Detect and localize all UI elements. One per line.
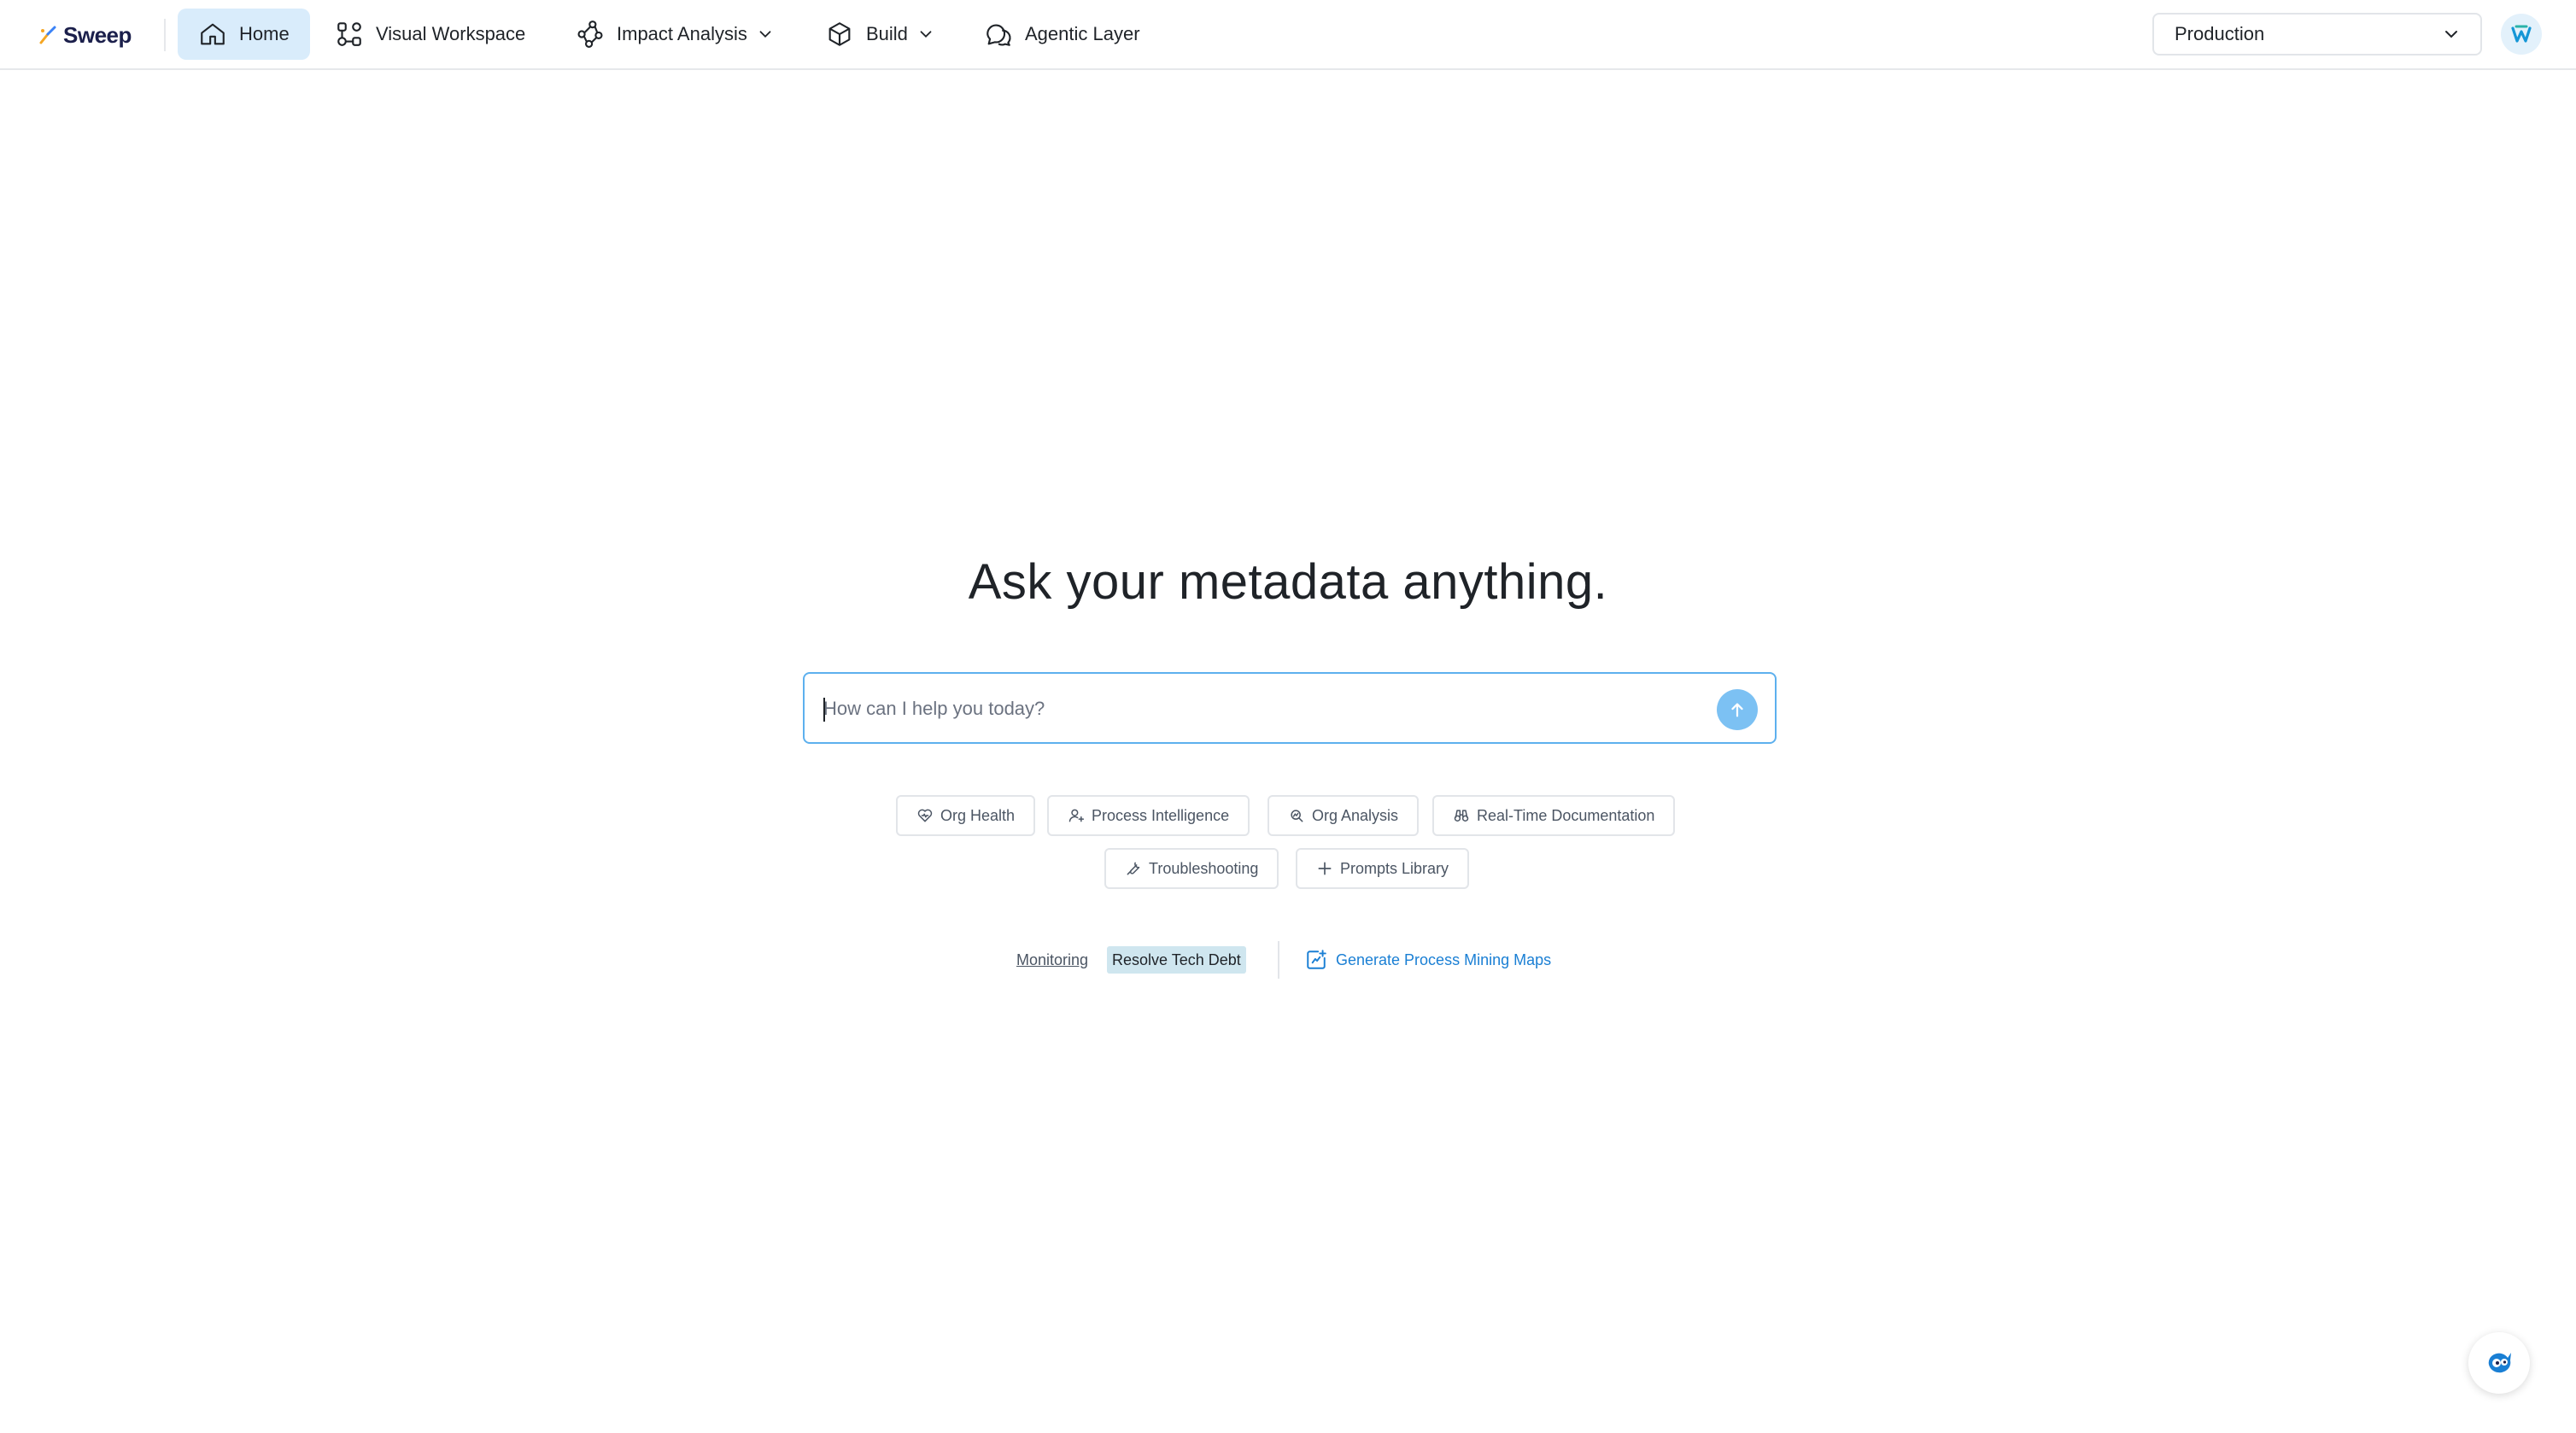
chevron-down-icon [759,31,771,38]
nav-build-label: Build [866,23,908,44]
map-sparkle-icon [1307,950,1326,969]
chip-label: Org Health [940,806,1016,824]
page-title: Ask your metadata anything. [968,554,1608,610]
environment-selected-value: Production [2175,23,2265,44]
chip-label: Prompts Library [1340,859,1449,877]
heart-icon [917,809,933,822]
nav-visual-workspace[interactable]: Visual Workspace [314,9,546,60]
chip-troubleshooting[interactable]: Troubleshooting [1104,848,1279,889]
chevron-down-icon [2445,31,2457,38]
chevron-down-icon [920,31,932,38]
monitoring-link[interactable]: Monitoring [1016,946,1088,974]
generate-maps-label: Generate Process Mining Maps [1336,950,1552,968]
chip-label: Real-Time Documentation [1477,806,1655,824]
chip-label: Troubleshooting [1149,859,1259,877]
chip-prompts-library[interactable]: Prompts Library [1296,848,1470,889]
nav-home-label: Home [239,23,290,44]
brand-name: Sweep [63,21,132,48]
chip-real-time-documentation[interactable]: Real-Time Documentation [1432,795,1676,836]
plus-icon [1318,862,1332,875]
chip-process-intelligence[interactable]: Process Intelligence [1047,795,1250,836]
assistant-bot-icon [2488,1353,2511,1373]
chip-org-analysis[interactable]: Org Analysis [1268,795,1420,836]
resolve-tech-debt-link[interactable]: Resolve Tech Debt [1107,946,1246,974]
logo-divider [164,19,166,51]
nav-agentic-layer-label: Agentic Layer [1025,23,1140,44]
nav-build[interactable]: Build [805,9,956,60]
prompt-box [803,672,1777,744]
environment-select[interactable]: Production [2152,13,2482,56]
binoculars-icon [1454,810,1469,822]
chip-org-health[interactable]: Org Health [896,795,1036,836]
wrench-icon [1127,862,1140,875]
prompt-input[interactable] [823,691,1660,727]
chat-bubbles-icon [986,24,1011,46]
arrow-up-icon [1731,703,1743,717]
workspace-logo-icon [2511,25,2532,43]
user-avatar[interactable] [2501,14,2542,55]
cube-icon [828,22,851,46]
nav-impact-analysis[interactable]: Impact Analysis [555,9,795,60]
chip-label: Process Intelligence [1092,806,1230,824]
top-navigation-bar: Sweep Home Visual Workspace Impact Analy… [0,0,2576,70]
analysis-icon [1291,810,1303,822]
footer-divider [1278,941,1279,979]
workflow-icon [337,22,361,46]
chat-assistant-button[interactable] [2468,1332,2530,1394]
text-caret [823,698,825,722]
nav-visual-workspace-label: Visual Workspace [376,23,526,44]
nav-home[interactable]: Home [178,9,310,60]
sweep-broom-icon [39,26,56,44]
user-sparkle-icon [1068,809,1085,822]
graph-nodes-icon [577,20,603,48]
nav-agentic-layer[interactable]: Agentic Layer [963,9,1161,60]
home-icon [201,23,225,45]
generate-process-mining-maps-link[interactable]: Generate Process Mining Maps [1305,946,1551,974]
send-button[interactable] [1717,689,1758,730]
sweep-logo[interactable]: Sweep [38,19,132,51]
chip-label: Org Analysis [1312,806,1399,824]
nav-impact-analysis-label: Impact Analysis [617,23,747,44]
